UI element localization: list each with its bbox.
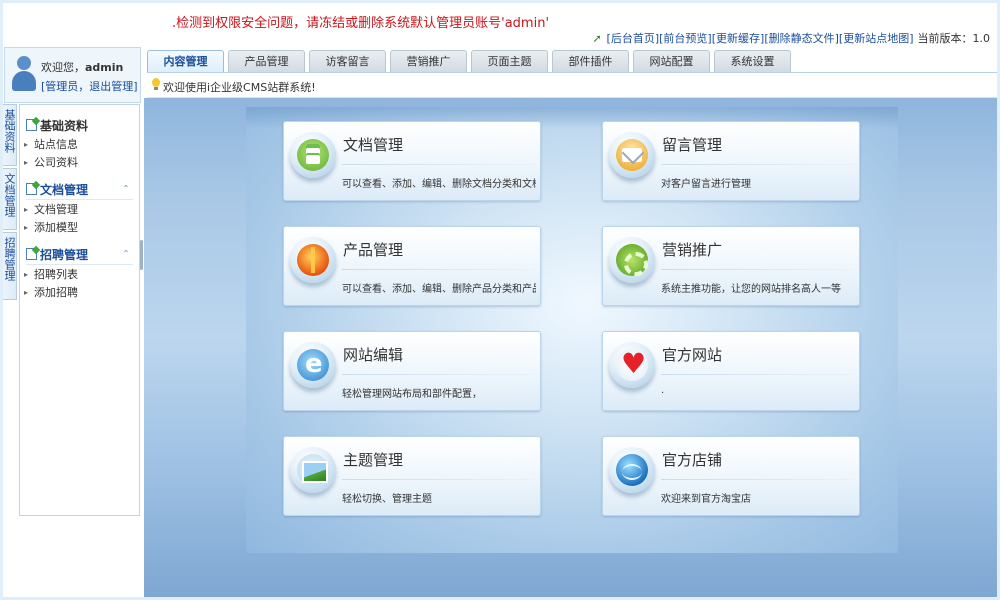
notice-bar: 欢迎使用i企业级CMS站群系统! (147, 72, 997, 98)
tab-plugins[interactable]: 部件插件 (552, 50, 629, 72)
arrow-right-icon: ▸ (24, 139, 29, 149)
user-box: 欢迎您，admin [管理员，退出管理] (4, 47, 141, 103)
main-area: 文档管理 可以查看、添加、编辑、删除文档分类和文档内容。 留言管理 对客户留言进… (144, 98, 997, 597)
link-delete-static[interactable]: [删除静态文件] (764, 30, 839, 46)
main-tabs: 内容管理 产品管理 访客留言 营销推广 页面主题 部件插件 网站配置 系统设置 (147, 50, 795, 72)
card-product-management[interactable]: 产品管理 可以查看、添加、编辑、删除产品分类和产品介绍。 (283, 226, 541, 306)
edit-document-icon (26, 119, 37, 131)
lightbulb-icon (151, 78, 161, 92)
arrow-right-icon: ▸ (24, 287, 29, 297)
browser-e-icon (290, 342, 336, 388)
link-update-cache[interactable]: [更新缓存] (712, 30, 765, 46)
tab-site-config[interactable]: 网站配置 (633, 50, 710, 72)
sidebar-item-add-recruit[interactable]: ▸ 添加招聘 (20, 283, 139, 301)
sidebar-section-recruit: 招聘管理 ⌃ ▸ 招聘列表 ▸ 添加招聘 (20, 244, 139, 301)
tab-system-settings[interactable]: 系统设置 (714, 50, 791, 72)
logout-link[interactable]: 退出管理 (89, 80, 133, 93)
vtab-basic-info[interactable]: 基础资料 (1, 104, 17, 166)
card-desc: 对客户留言进行管理 (661, 179, 751, 190)
user-links: [管理员，退出管理] (41, 80, 138, 93)
card-title: 留言管理 (662, 136, 723, 154)
sidebar-section-title: 文档管理 (40, 182, 89, 197)
card-message-management[interactable]: 留言管理 对客户留言进行管理 (602, 121, 860, 201)
sidebar-section-title: 基础资料 (40, 118, 89, 133)
sidebar: 基础资料 ▸ 站点信息 ▸ 公司资料 文档管理 ⌃ ▸ 文档管理 ▸ 添加模型 招聘管理… (19, 104, 140, 516)
card-theme-management[interactable]: 主题管理 轻松切换、管理主题 (283, 436, 541, 516)
card-desc: 欢迎来到官方淘宝店 (661, 494, 751, 505)
role-link[interactable]: 管理员 (45, 80, 78, 93)
envelope-icon (609, 132, 655, 178)
tab-content[interactable]: 内容管理 (147, 50, 224, 72)
card-title: 文档管理 (343, 136, 404, 154)
collapse-icon[interactable]: ⌃ (121, 184, 131, 194)
vertical-tabs: 基础资料 文档管理 招聘管理 (0, 104, 18, 302)
edit-document-icon (26, 183, 37, 195)
card-desc: 可以查看、添加、编辑、删除产品分类和产品介绍。 (342, 284, 536, 295)
top-links: ➚ [后台首页] [前台预览] [更新缓存] [删除静态文件] [更新站点地图]… (593, 30, 990, 46)
sidebar-item-doc-management[interactable]: ▸ 文档管理 (20, 200, 139, 218)
sidebar-section-docs: 文档管理 ⌃ ▸ 文档管理 ▸ 添加模型 (20, 179, 139, 236)
document-icon (290, 132, 336, 178)
vtab-recruitment[interactable]: 招聘管理 (1, 232, 17, 300)
version-label: 当前版本： (917, 32, 973, 45)
card-title: 网站编辑 (343, 346, 404, 364)
globe-icon (609, 447, 655, 493)
gear-icon (609, 237, 655, 283)
notice-text: 欢迎使用i企业级CMS站群系统! (163, 81, 316, 94)
version-value: 1.0 (972, 31, 991, 45)
sidebar-item-company-info[interactable]: ▸ 公司资料 (20, 153, 139, 171)
tab-products[interactable]: 产品管理 (228, 50, 305, 72)
tab-marketing[interactable]: 营销推广 (390, 50, 467, 72)
arrow-right-icon: ▸ (24, 157, 29, 167)
welcome-text: 欢迎您，admin (41, 61, 124, 74)
edit-document-icon (26, 248, 37, 260)
sidebar-item-site-info[interactable]: ▸ 站点信息 (20, 135, 139, 153)
security-warning: .检测到权限安全问题，请冻结或删除系统默认管理员账号'admin' (172, 16, 550, 31)
arrow-right-icon: ▸ (24, 204, 29, 214)
link-front-preview[interactable]: [前台预览] (659, 30, 712, 46)
arrow-right-icon: ▸ (24, 269, 29, 279)
tab-page-theme[interactable]: 页面主题 (471, 50, 548, 72)
picture-icon (290, 447, 336, 493)
card-desc: 可以查看、添加、编辑、删除文档分类和文档内容。 (342, 179, 536, 190)
card-desc: 系统主推功能，让您的网站排名高人一等 (661, 284, 841, 295)
user-name: admin (85, 61, 124, 74)
card-official-site[interactable]: 官方网站 . (602, 331, 860, 411)
sidebar-section-header[interactable]: 文档管理 ⌃ (20, 179, 139, 199)
card-desc: 轻松管理网站布局和部件配置， (342, 389, 482, 400)
link-update-sitemap[interactable]: [更新站点地图] (839, 30, 914, 46)
card-title: 官方店铺 (662, 451, 723, 469)
vtab-doc-management[interactable]: 文档管理 (1, 168, 17, 230)
product-icon (290, 237, 336, 283)
sidebar-item-recruit-list[interactable]: ▸ 招聘列表 (20, 265, 139, 283)
tab-guestbook[interactable]: 访客留言 (309, 50, 386, 72)
card-title: 营销推广 (662, 241, 723, 259)
sidebar-item-add-model[interactable]: ▸ 添加模型 (20, 218, 139, 236)
home-arrow-icon: ➚ (592, 31, 602, 45)
arrow-right-icon: ▸ (24, 222, 29, 232)
card-doc-management[interactable]: 文档管理 可以查看、添加、编辑、删除文档分类和文档内容。 (283, 121, 541, 201)
card-desc: 轻松切换、管理主题 (342, 494, 432, 505)
card-desc: . (661, 385, 665, 396)
sidebar-section-header[interactable]: 招聘管理 ⌃ (20, 244, 139, 264)
card-title: 主题管理 (343, 451, 404, 469)
card-marketing[interactable]: 营销推广 系统主推功能，让您的网站排名高人一等 (602, 226, 860, 306)
sidebar-section-header[interactable]: 基础资料 (20, 115, 139, 135)
card-official-shop[interactable]: 官方店铺 欢迎来到官方淘宝店 (602, 436, 860, 516)
sidebar-section-basic: 基础资料 ▸ 站点信息 ▸ 公司资料 (20, 105, 139, 171)
card-title: 官方网站 (662, 346, 723, 364)
heart-icon (609, 342, 655, 388)
card-site-editor[interactable]: 网站编辑 轻松管理网站布局和部件配置， (283, 331, 541, 411)
collapse-icon[interactable]: ⌃ (121, 249, 131, 259)
link-admin-home[interactable]: [后台首页] (607, 30, 660, 46)
dashboard-panel: 文档管理 可以查看、添加、编辑、删除文档分类和文档内容。 留言管理 对客户留言进… (246, 107, 898, 553)
user-avatar-icon (11, 56, 37, 92)
card-title: 产品管理 (343, 241, 404, 259)
sidebar-section-title: 招聘管理 (40, 247, 89, 262)
